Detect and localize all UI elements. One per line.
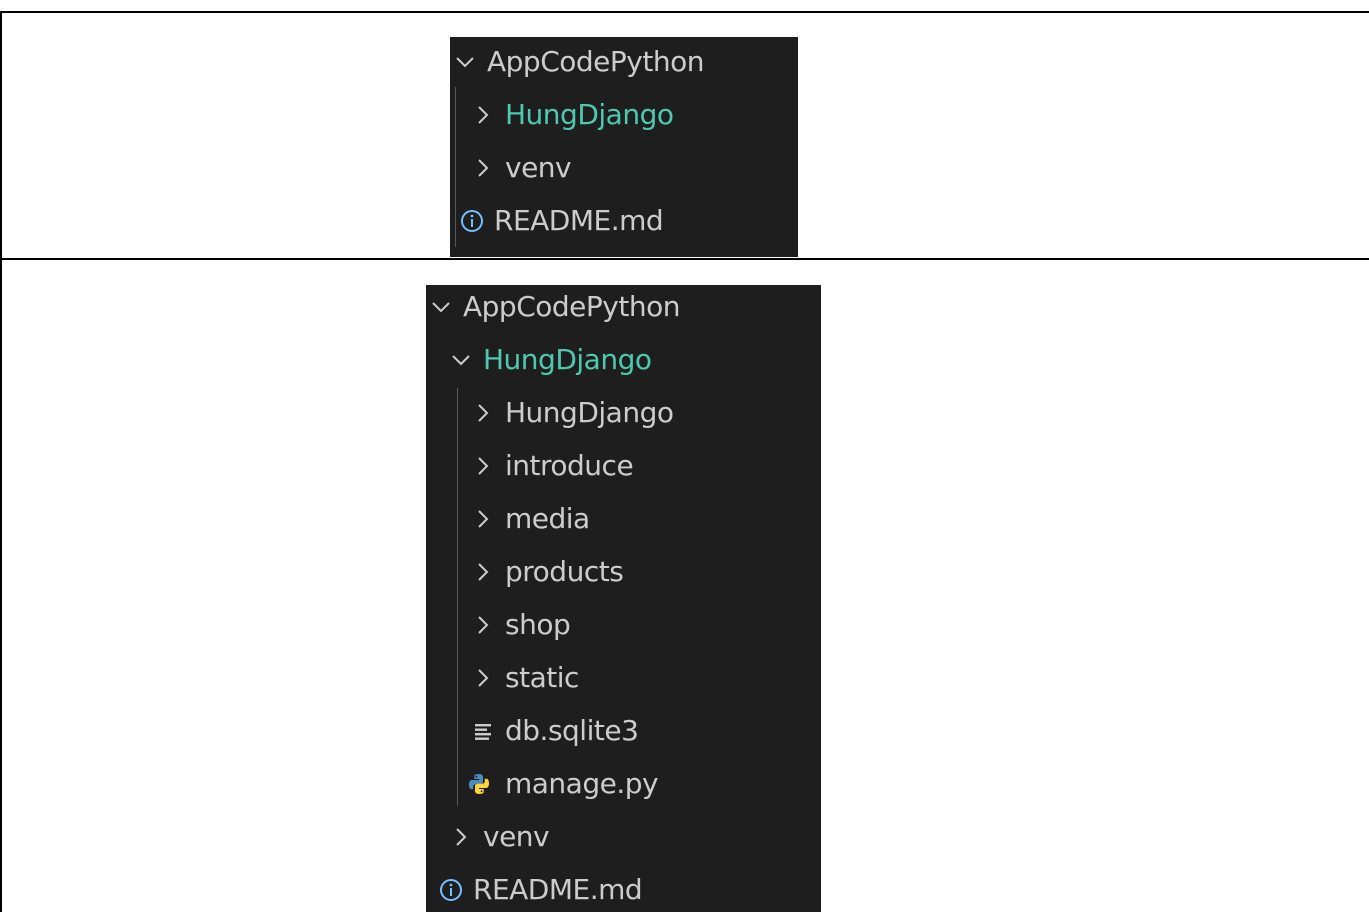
tree-label: HungDjango — [505, 98, 674, 131]
chevron-right-icon — [470, 506, 496, 532]
indent-guide — [457, 388, 458, 806]
tree-label: static — [505, 661, 579, 694]
tree-folder-hungdjango[interactable]: HungDjango — [448, 333, 652, 386]
tree-item-venv[interactable]: venv — [470, 141, 572, 194]
tree-child-media[interactable]: media — [470, 492, 590, 545]
tree-label: HungDjango — [505, 396, 674, 429]
tree-root-appcodepython[interactable]: AppCodePython — [428, 280, 680, 333]
tree-label: HungDjango — [483, 343, 652, 376]
table-row-divider — [0, 258, 1369, 260]
tree-label: media — [505, 502, 590, 535]
chevron-down-icon — [452, 49, 478, 75]
chevron-right-icon — [470, 453, 496, 479]
chevron-right-icon — [470, 559, 496, 585]
explorer-panel-expanded: AppCodePython HungDjango HungDjango intr… — [426, 285, 821, 912]
chevron-right-icon — [470, 400, 496, 426]
tree-label: AppCodePython — [487, 45, 704, 78]
explorer-panel-collapsed: AppCodePython HungDjango venv README.md — [450, 37, 798, 257]
table-border-left — [0, 11, 2, 912]
chevron-right-icon — [448, 824, 474, 850]
tree-label: shop — [505, 608, 571, 641]
chevron-right-icon — [470, 665, 496, 691]
info-icon — [459, 208, 485, 234]
tree-label: products — [505, 555, 624, 588]
tree-child-shop[interactable]: shop — [470, 598, 571, 651]
tree-root-appcodepython[interactable]: AppCodePython — [452, 35, 704, 88]
tree-item-readme[interactable]: README.md — [459, 194, 664, 247]
tree-item-hungdjango[interactable]: HungDjango — [470, 88, 674, 141]
tree-label: AppCodePython — [463, 290, 680, 323]
tree-label: manage.py — [505, 767, 659, 800]
chevron-down-icon — [428, 294, 454, 320]
info-icon — [438, 877, 464, 903]
chevron-right-icon — [470, 102, 496, 128]
tree-label: README.md — [473, 873, 643, 906]
tree-label: venv — [505, 151, 572, 184]
chevron-right-icon — [470, 155, 496, 181]
tree-item-readme[interactable]: README.md — [438, 863, 643, 916]
indent-guide — [455, 87, 456, 247]
tree-child-db-sqlite3[interactable]: db.sqlite3 — [470, 704, 639, 757]
tree-child-hungdjango[interactable]: HungDjango — [470, 386, 674, 439]
chevron-down-icon — [448, 347, 474, 373]
python-icon — [466, 771, 492, 797]
tree-label: introduce — [505, 449, 634, 482]
tree-label: README.md — [494, 204, 664, 237]
tree-label: db.sqlite3 — [505, 714, 639, 747]
tree-label: venv — [483, 820, 550, 853]
table-border-top — [0, 11, 1369, 13]
tree-child-introduce[interactable]: introduce — [470, 439, 634, 492]
tree-child-manage-py[interactable]: manage.py — [466, 757, 659, 810]
tree-child-products[interactable]: products — [470, 545, 624, 598]
chevron-right-icon — [470, 612, 496, 638]
tree-child-static[interactable]: static — [470, 651, 579, 704]
text-file-icon — [470, 718, 496, 744]
tree-item-venv[interactable]: venv — [448, 810, 550, 863]
